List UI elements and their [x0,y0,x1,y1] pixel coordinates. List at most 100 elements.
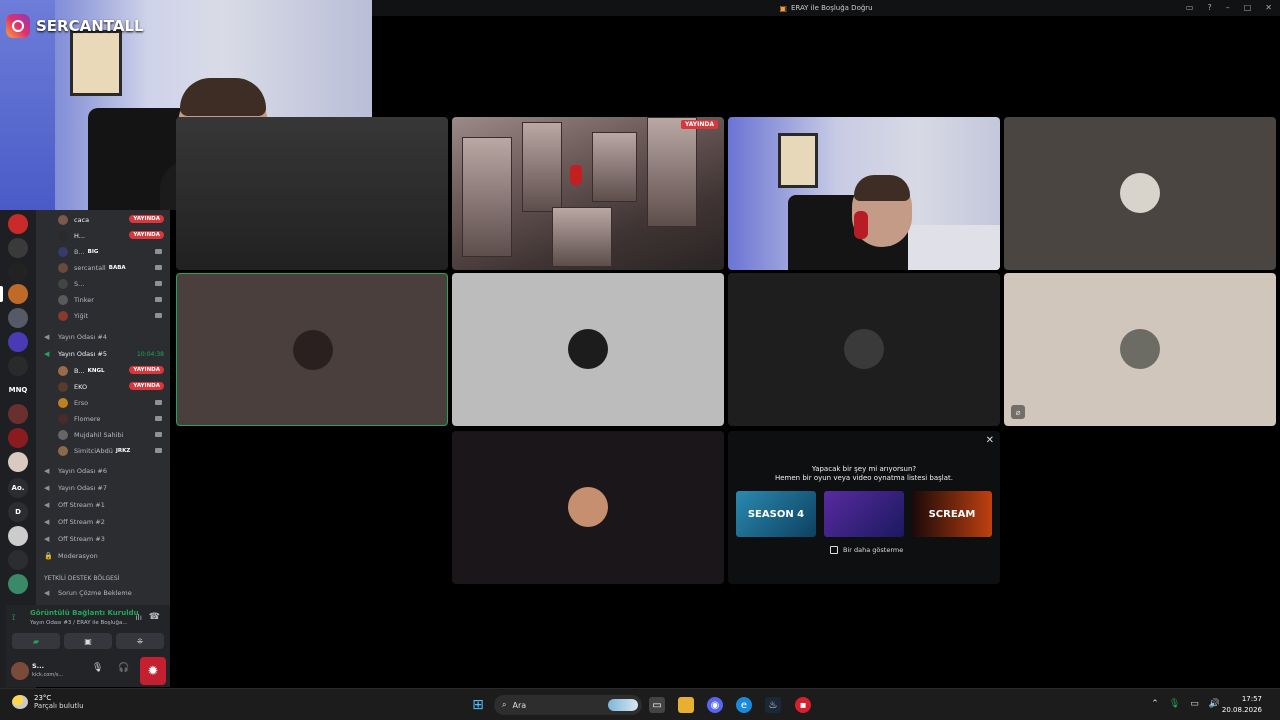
camera-button[interactable]: ▰ [12,633,60,649]
discord-icon[interactable]: ◉ [707,697,723,713]
voice-user[interactable]: Yiğit [36,308,170,324]
user-tile-7[interactable] [452,431,724,584]
server-icon[interactable] [8,428,28,448]
weather-widget[interactable]: 23°C Parçalı bulutlu [12,694,84,710]
server-icon[interactable] [8,284,28,304]
voice-user[interactable]: B... KNGL YAYINDA [36,363,170,379]
user-tile-4[interactable] [452,273,724,426]
voice-user[interactable]: Erso [36,395,170,411]
clock[interactable]: 17:57 20.08.2026 [1222,694,1262,716]
noise-icon[interactable]: ılı [135,613,142,622]
voice-user[interactable]: H... YAYINDA [36,228,170,244]
edge-icon[interactable]: e [736,697,752,713]
server-icon[interactable] [8,308,28,328]
user-tile-6[interactable]: ⌀ [1004,273,1276,426]
speaker-icon: ◀ [44,467,50,475]
voice-channel[interactable]: ◀ Sorun Çözme Bekleme [36,585,170,601]
server-icon[interactable] [8,452,28,472]
game-card-1[interactable]: SEASON 4 [736,491,816,537]
server-icon[interactable] [8,550,28,570]
user-name: caca [74,216,90,224]
instagram-handle: SERCANTALL [36,17,144,35]
checkbox[interactable] [830,546,838,554]
voice-channel[interactable]: 🔒 Moderasyon [36,548,170,564]
voice-channel[interactable]: ◀ Off Stream #3 [36,531,170,547]
voice-location[interactable]: Yayın Odası #3 / ERAY ile Boşluğa... [30,620,128,626]
server-icon[interactable]: Ao. [8,478,28,498]
close-icon[interactable]: ✕ [986,435,994,446]
user-name: Mujdahil Sahibi [74,431,124,439]
network-icon[interactable]: ▭ [1190,699,1199,709]
stream-tile-1[interactable] [176,117,448,270]
voice-channel[interactable]: ◀ Off Stream #2 [36,514,170,530]
camera-icon [155,265,162,270]
server-icon[interactable] [8,404,28,424]
microphone-icon[interactable]: 🎙 [92,663,103,673]
server-icon[interactable]: MNQ [8,380,28,400]
user-tile-2[interactable] [1004,117,1276,270]
server-icon[interactable]: D [8,502,28,522]
user-tile-5[interactable] [728,273,1000,426]
avatar [58,215,68,225]
voice-user[interactable]: S... [36,276,170,292]
voice-user[interactable]: Tinker [36,292,170,308]
windows-start-icon[interactable]: ⊞ [470,697,486,713]
user-tile-speaking[interactable] [176,273,448,426]
steam-icon[interactable]: ♨ [765,697,781,713]
dont-show-again-checkbox[interactable]: Bir daha gösterme [830,546,903,554]
server-icon[interactable] [8,332,28,352]
category-header[interactable]: YETKİLİ DESTEK BÖLGESİ [36,570,170,586]
file-explorer-icon[interactable] [678,697,694,713]
avatar [58,414,68,424]
server-icon[interactable] [8,214,28,234]
streaming-app-icon[interactable]: ▪ [795,697,811,713]
server-icon[interactable] [8,526,28,546]
inbox-icon[interactable]: ▭ [1186,3,1194,12]
stream-tile-webcam[interactable] [728,117,1000,270]
server-icon[interactable] [8,574,28,594]
task-view-icon[interactable]: ▭ [649,697,665,713]
voice-user[interactable]: Mujdahil Sahibi [36,427,170,443]
server-icon[interactable] [8,238,28,258]
lock-icon: 🔒 [44,552,53,560]
voice-user[interactable]: caca YAYINDA [36,212,170,228]
voice-user[interactable]: SimitciAbdü JRKZ [36,443,170,459]
chevron-up-icon[interactable]: ⌃ [1151,699,1159,709]
voice-user[interactable]: EKO YAYINDA [36,379,170,395]
avatar[interactable] [11,662,29,680]
headphones-icon[interactable]: 🎧 [118,663,129,673]
settings-gear-icon[interactable]: ✹ [140,657,166,685]
avatar [1120,173,1160,213]
avatar [844,329,884,369]
volume-icon[interactable]: 🔊 [1209,699,1220,709]
temperature: 23°C [34,694,52,702]
voice-user[interactable]: Flomere [36,411,170,427]
game-card-3[interactable]: SCREAM [912,491,992,537]
voice-channel[interactable]: ◀ Off Stream #1 [36,497,170,513]
minimize-button[interactable]: – [1226,3,1230,12]
voice-channel[interactable]: ◀ Yayın Odası #5 10:04:38 [36,346,170,362]
voice-status[interactable]: Görüntülü Bağlantı Kuruldu [30,609,139,617]
stream-tile-game[interactable]: YAYINDA [452,117,724,270]
voice-channel[interactable]: ◀ Yayın Odası #4 [36,329,170,345]
voice-user[interactable]: B... BIG [36,244,170,260]
help-icon[interactable]: ? [1207,3,1211,12]
disconnect-icon[interactable]: ☎ [149,612,160,622]
server-icon[interactable] [8,356,28,376]
avatar [58,247,68,257]
activities-button[interactable]: ⁜ [116,633,164,649]
voice-channel[interactable]: ◀ Yayın Odası #6 [36,463,170,479]
voice-user[interactable]: sercantall BABA [36,260,170,276]
maximize-button[interactable]: □ [1244,3,1252,12]
search-box[interactable]: ⌕ Ara [494,695,642,715]
voice-channel[interactable]: ◀ Yayın Odası #7 [36,480,170,496]
server-icon[interactable] [8,262,28,282]
user-tag: BIG [87,249,99,255]
live-badge: YAYINDA [129,215,164,223]
game-card-2[interactable] [824,491,904,537]
avatar [58,231,68,241]
close-button[interactable]: ✕ [1265,3,1272,12]
screen-share-button[interactable]: ▣ [64,633,112,649]
microphone-icon[interactable]: 🎙 [1169,699,1180,709]
avatar [58,295,68,305]
